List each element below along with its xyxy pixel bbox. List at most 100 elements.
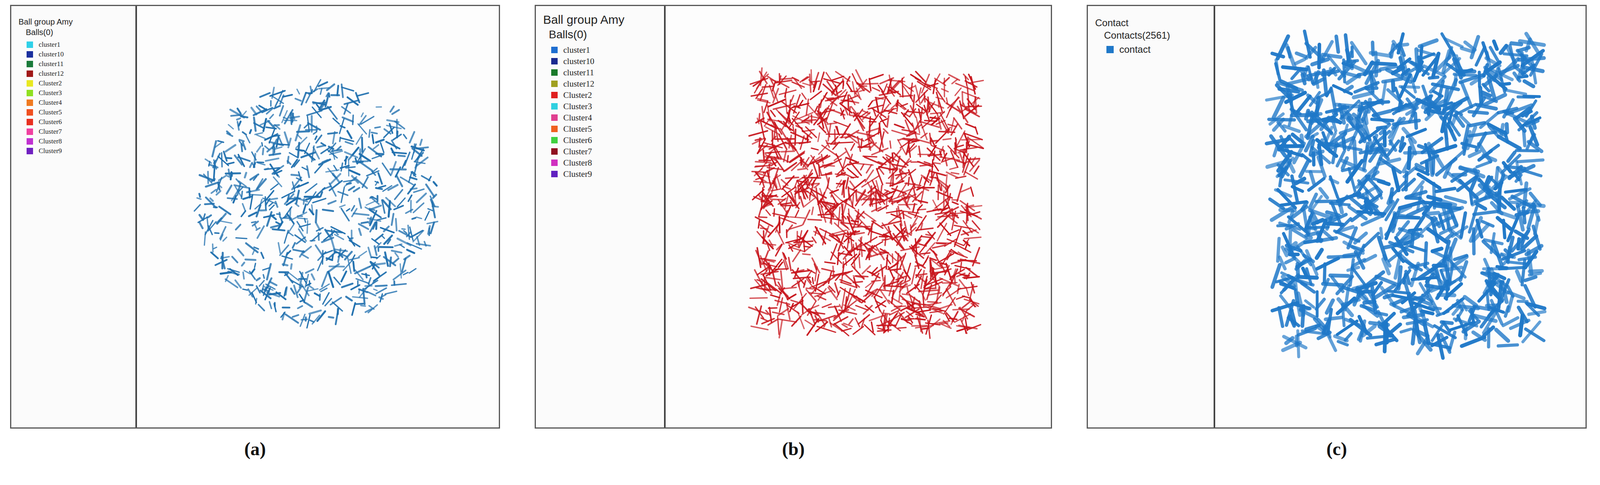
particle — [399, 244, 405, 248]
particle — [220, 234, 223, 241]
particle — [361, 305, 366, 306]
particle — [383, 235, 393, 245]
particle — [239, 139, 244, 142]
particle — [322, 159, 328, 163]
particle — [251, 151, 256, 160]
particle — [297, 217, 308, 220]
particle — [844, 254, 857, 265]
particle — [261, 252, 264, 259]
particle — [346, 296, 352, 301]
particle — [416, 157, 428, 166]
particle — [821, 145, 839, 157]
legend-item: Cluster5 — [18, 107, 132, 118]
particle — [781, 151, 795, 152]
particle — [391, 161, 396, 175]
legend-item: Cluster2 — [543, 89, 660, 101]
particle — [841, 204, 844, 223]
particle — [261, 142, 263, 146]
particle — [361, 137, 363, 152]
particle — [763, 266, 771, 277]
particle — [225, 279, 238, 288]
particle — [416, 243, 431, 246]
particle — [231, 172, 234, 177]
particle — [291, 174, 299, 176]
particle — [279, 105, 284, 116]
particle — [251, 269, 255, 274]
particle — [275, 102, 278, 107]
particle — [342, 283, 353, 288]
particle — [757, 99, 770, 103]
particle — [964, 133, 983, 140]
particle — [285, 287, 287, 295]
particle — [279, 212, 281, 218]
particle — [340, 125, 345, 128]
particle — [875, 190, 877, 211]
particle — [431, 202, 435, 218]
particle — [269, 128, 275, 144]
particle — [344, 157, 348, 161]
particle — [911, 295, 920, 303]
particle — [350, 230, 353, 242]
particle — [945, 174, 947, 190]
particle — [334, 277, 341, 285]
particle — [891, 297, 903, 304]
particle — [842, 261, 844, 268]
particle — [412, 171, 416, 175]
particle — [883, 84, 888, 95]
particle — [410, 230, 423, 237]
legend-item: Cluster7 — [543, 145, 660, 158]
particle — [787, 137, 796, 150]
particle — [409, 268, 416, 274]
particle — [256, 205, 261, 217]
particle — [906, 284, 920, 294]
particle — [264, 286, 274, 291]
particle — [814, 184, 820, 188]
particle — [322, 186, 331, 190]
particle — [413, 189, 424, 193]
particle — [294, 285, 298, 298]
particle — [920, 253, 930, 254]
particle — [883, 157, 890, 164]
particle — [269, 114, 274, 119]
particles-plot — [665, 6, 1051, 428]
particle — [339, 205, 345, 208]
particle — [790, 300, 798, 303]
particle — [213, 166, 215, 180]
particle — [846, 83, 853, 92]
legend-item: cluster1 — [543, 44, 660, 56]
particle — [954, 88, 961, 96]
legend-item: Cluster9 — [543, 168, 660, 180]
particle — [884, 189, 892, 193]
particle — [852, 326, 864, 335]
particle — [244, 172, 247, 178]
particle — [834, 142, 853, 144]
particle — [361, 222, 368, 224]
particle — [354, 269, 364, 280]
caption: (a) — [10, 428, 501, 460]
particle — [351, 205, 355, 211]
particle — [790, 217, 805, 219]
particle — [219, 226, 226, 239]
particle — [868, 101, 872, 107]
particle — [257, 179, 266, 189]
particle — [276, 222, 281, 225]
particle — [211, 189, 217, 193]
particle — [942, 283, 951, 296]
particle — [207, 217, 209, 231]
legend-label: Cluster9 — [563, 169, 592, 180]
particle — [352, 302, 356, 316]
particle — [310, 86, 312, 94]
particle — [770, 110, 776, 117]
particle — [919, 176, 922, 185]
legend-pane: Ball group AmyBalls(0)cluster1cluster10c… — [535, 6, 666, 428]
particle — [921, 187, 929, 191]
particle — [328, 317, 334, 318]
particle — [298, 278, 307, 281]
particle — [262, 267, 270, 271]
particle — [886, 255, 888, 270]
particle — [820, 99, 822, 108]
particle — [205, 197, 216, 208]
particle — [341, 271, 347, 282]
legend-item: Cluster6 — [18, 117, 132, 127]
particle — [855, 317, 860, 327]
